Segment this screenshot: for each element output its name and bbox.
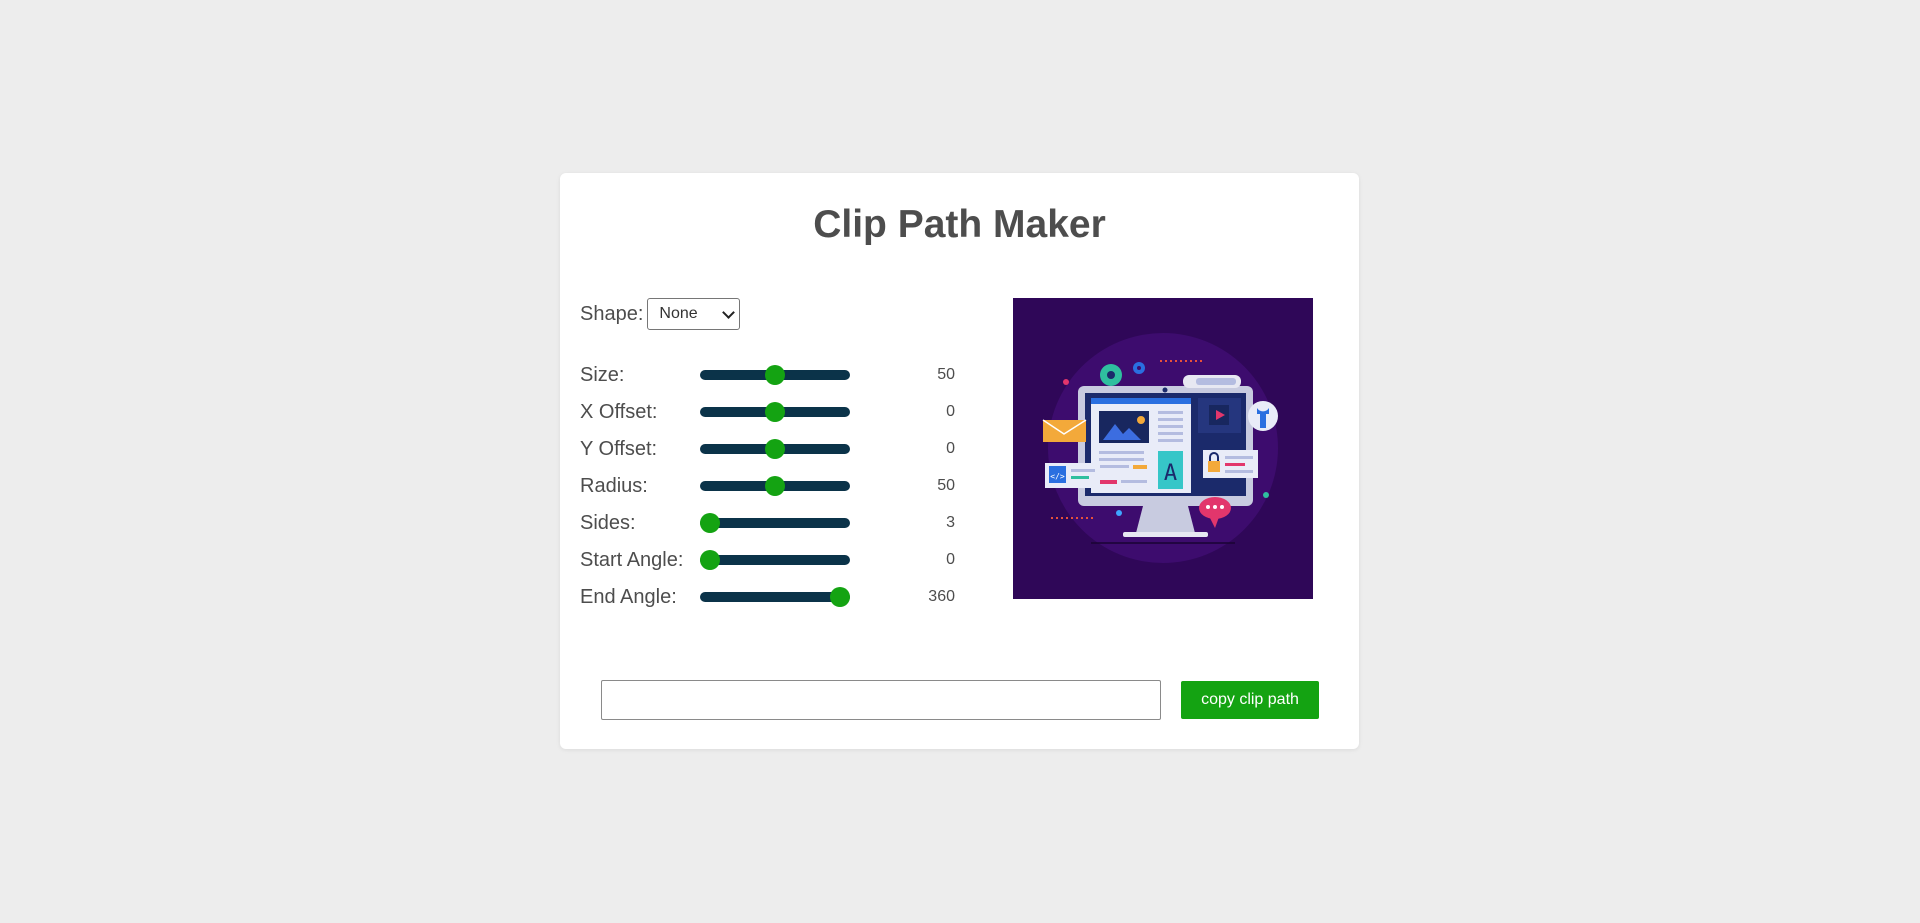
decor-dot <box>1063 379 1069 385</box>
slider-label: Size: <box>580 364 625 386</box>
start-angle-slider[interactable] <box>700 550 850 570</box>
chevron-down-icon <box>722 305 736 319</box>
slider-value: 3 <box>946 514 955 531</box>
shape-control: Shape: None <box>580 298 741 330</box>
slider-thumb[interactable] <box>700 550 720 570</box>
y-offset-slider[interactable] <box>700 439 850 459</box>
slider-row-y-offset: Y Offset: 0 <box>580 436 955 462</box>
svg-text:</>: </> <box>1050 472 1065 481</box>
slider-row-end-angle: End Angle: 360 <box>580 584 955 610</box>
slider-thumb[interactable] <box>765 402 785 422</box>
monitor-stand <box>1136 506 1195 533</box>
page-title: Clip Path Maker <box>813 203 1106 246</box>
slider-thumb[interactable] <box>765 365 785 385</box>
monitor-base <box>1123 532 1208 537</box>
clip-path-output[interactable] <box>601 680 1161 720</box>
slider-value: 0 <box>946 403 955 420</box>
shape-label: Shape: <box>580 302 644 325</box>
slider-row-x-offset: X Offset: 0 <box>580 399 955 425</box>
end-angle-slider[interactable] <box>700 587 850 607</box>
slider-value: 0 <box>946 440 955 457</box>
svg-text:A: A <box>1164 461 1177 486</box>
shape-select-value: None <box>659 305 698 322</box>
decor-dot <box>1116 510 1122 516</box>
slider-value: 0 <box>946 551 955 568</box>
sides-slider[interactable] <box>700 513 850 533</box>
slider-label: Y Offset: <box>580 438 658 460</box>
slider-label: Radius: <box>580 475 648 497</box>
slider-thumb[interactable] <box>765 439 785 459</box>
sun-shape <box>1137 416 1145 424</box>
size-slider[interactable] <box>700 365 850 385</box>
slider-row-size: Size: 50 <box>580 362 955 388</box>
slider-row-radius: Radius: 50 <box>580 473 955 499</box>
web-design-illustration: A </> <box>1042 333 1278 563</box>
slider-thumb[interactable] <box>765 476 785 496</box>
slider-label: End Angle: <box>580 586 677 608</box>
slider-value: 360 <box>928 588 955 605</box>
slider-row-sides: Sides: 3 <box>580 510 955 536</box>
slider-label: X Offset: <box>580 401 658 423</box>
slider-value: 50 <box>937 477 955 494</box>
decor-dot <box>1263 492 1269 498</box>
clip-path-maker-card: Clip Path Maker Shape: None Size: 50 X O… <box>560 173 1359 749</box>
preview-image: A </> <box>1013 298 1313 599</box>
slider-value: 50 <box>937 366 955 383</box>
x-offset-slider[interactable] <box>700 402 850 422</box>
radius-slider[interactable] <box>700 476 850 496</box>
copy-clip-path-button[interactable]: copy clip path <box>1181 681 1319 719</box>
slider-thumb[interactable] <box>830 587 850 607</box>
monitor-camera <box>1162 387 1168 393</box>
shape-select[interactable]: None <box>647 298 741 330</box>
slider-row-start-angle: Start Angle: 0 <box>580 547 955 573</box>
page-header <box>1091 398 1191 404</box>
slider-thumb[interactable] <box>700 513 720 533</box>
slider-label: Start Angle: <box>580 549 684 571</box>
slider-label: Sides: <box>580 512 636 534</box>
